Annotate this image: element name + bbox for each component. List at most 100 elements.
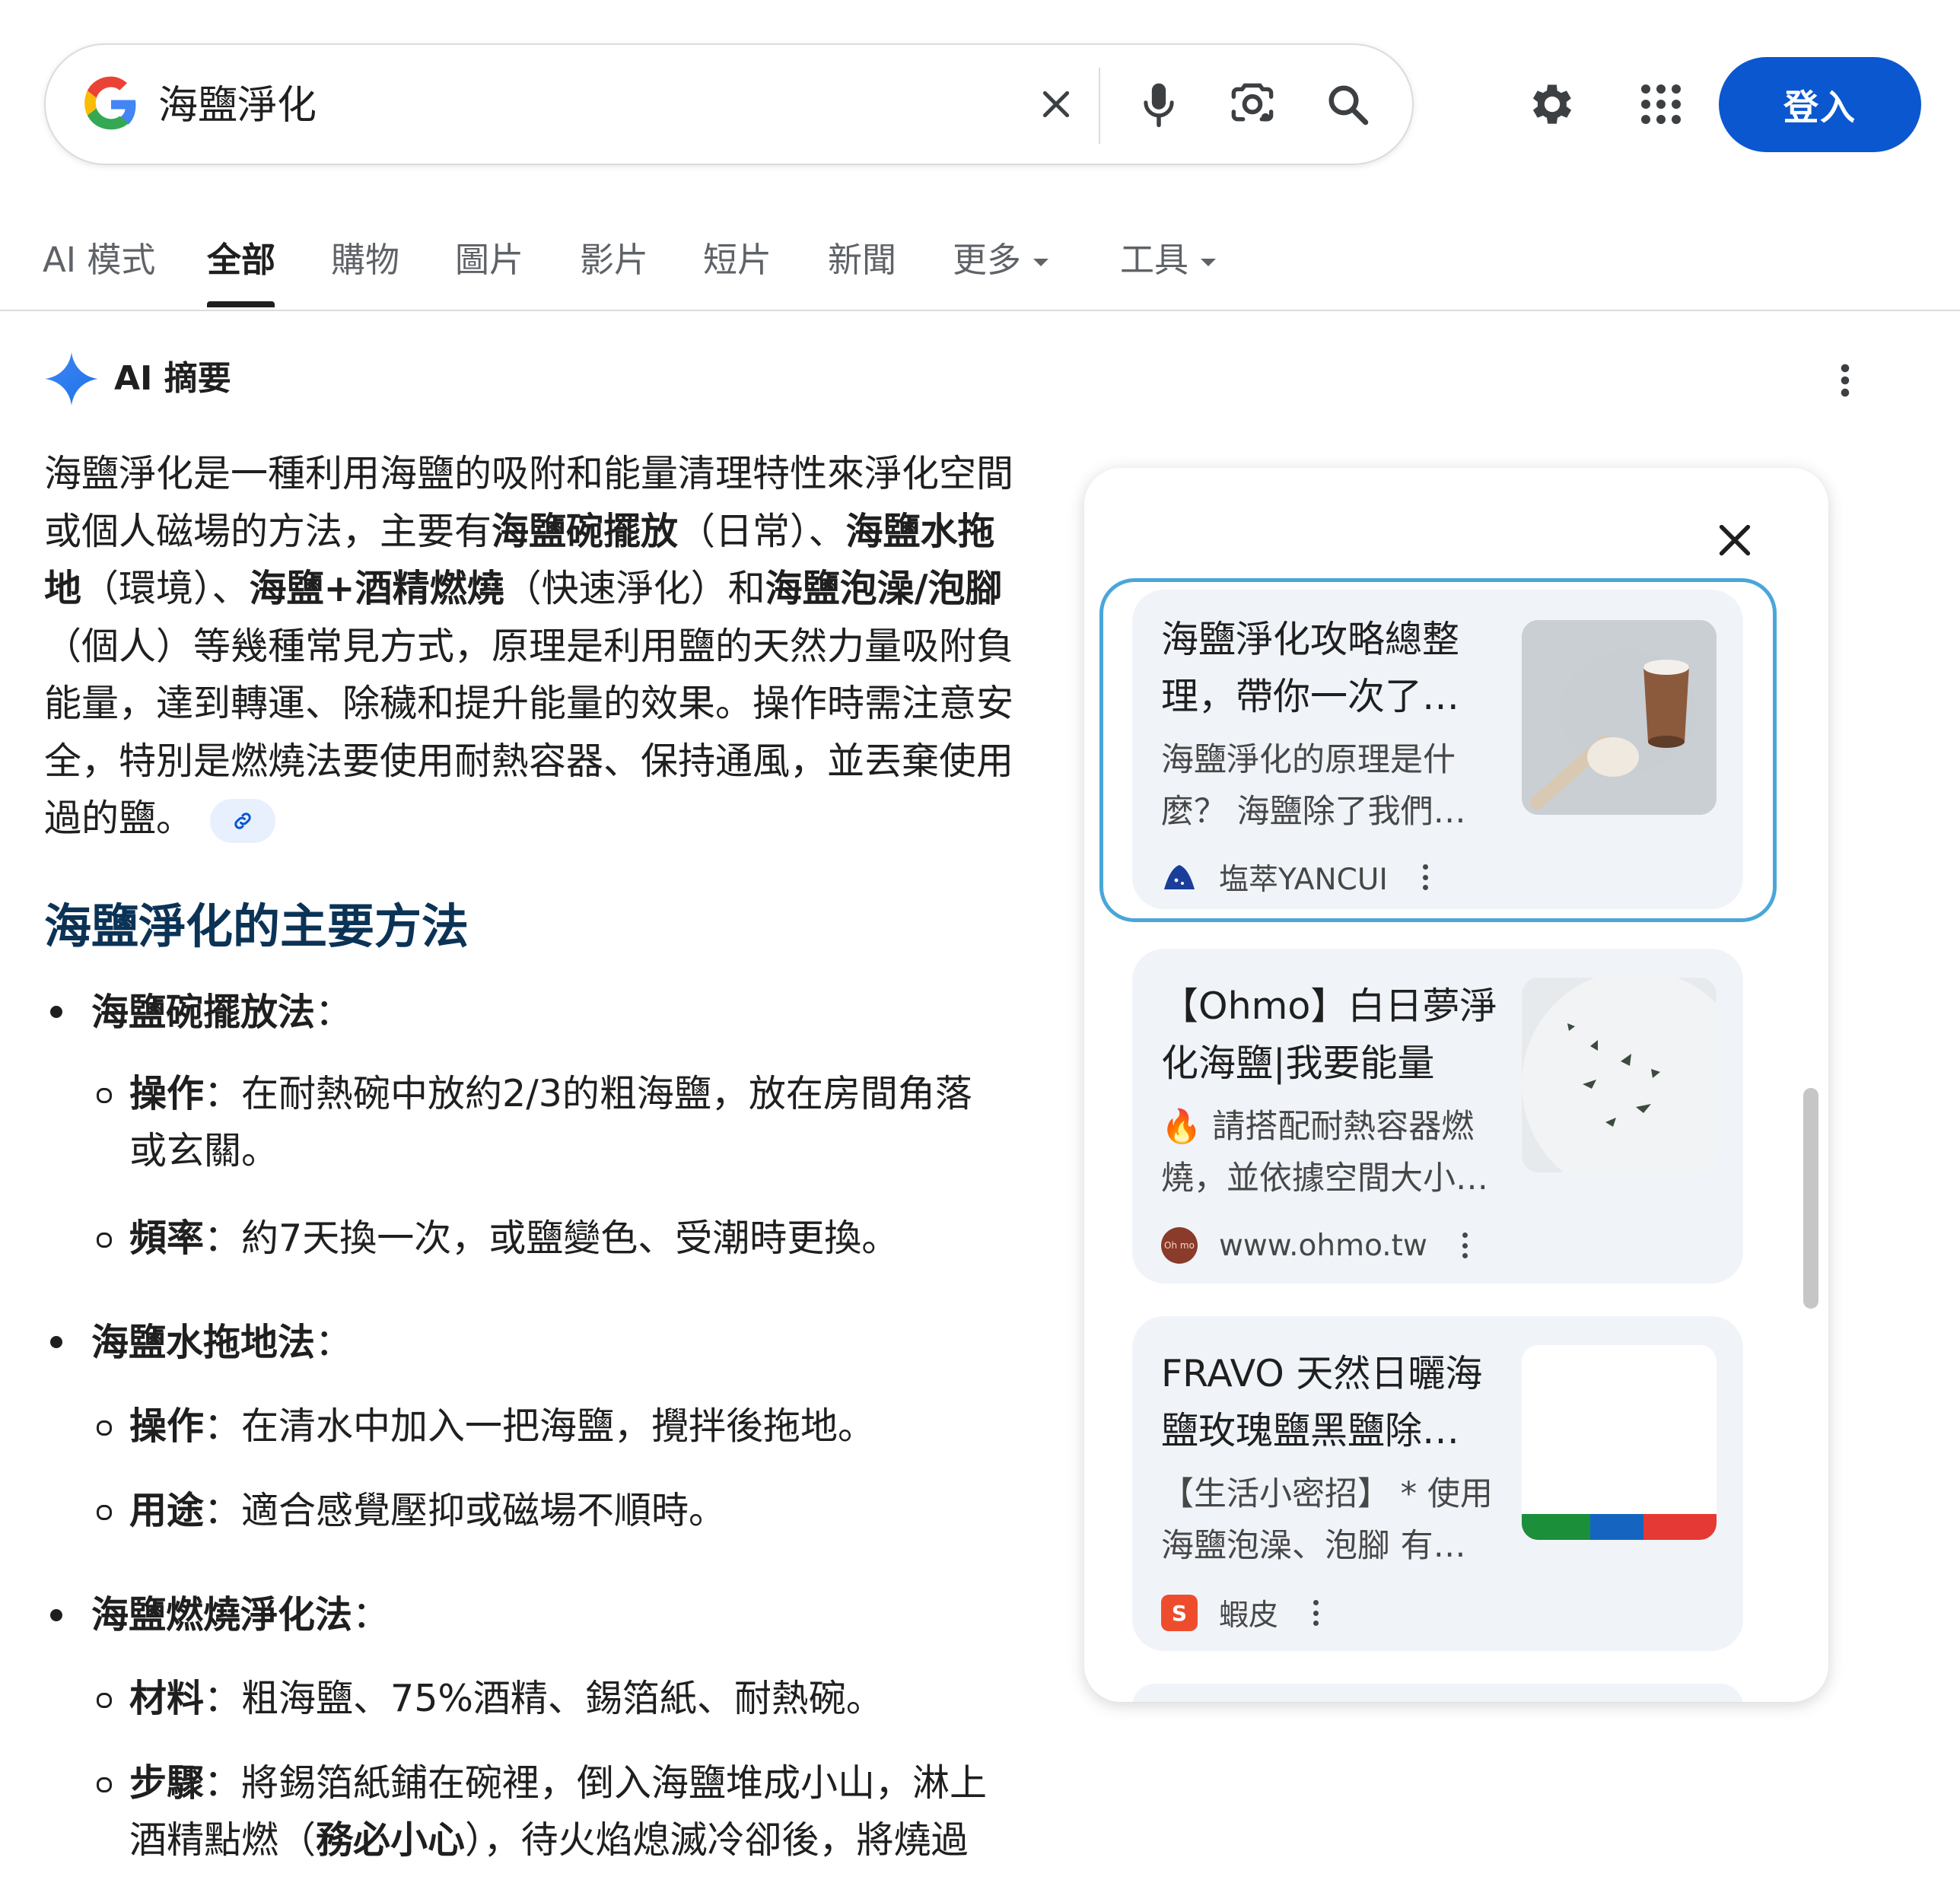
ai-overview-label: AI 摘要 [114, 359, 231, 398]
sub-bullet-ring [97, 1505, 112, 1520]
bullet-dot [50, 1006, 62, 1018]
method-detail: 操作：在清水中加入一把海鹽，攪拌後拖地。 [129, 1398, 1042, 1455]
method-detail: 操作：在耐熱碗中放約2/3的粗海鹽，放在房間角落或玄關。 [129, 1065, 1004, 1179]
tab-shopping[interactable]: 購物 [331, 237, 399, 283]
method-title: 海鹽水拖地法： [91, 1314, 352, 1371]
selected-card-highlight [1099, 578, 1777, 922]
detail-label: 用途 [129, 1489, 205, 1532]
sub-bullet-ring [97, 1233, 112, 1248]
summary-text: （快速淨化）和 [504, 567, 765, 610]
tab-all[interactable]: 全部 [207, 237, 275, 283]
detail-text: ：粗海鹽、75%酒精、錫箔紙、耐熱碗。 [204, 1677, 883, 1720]
summary-bold: 海鹽+酒精燃燒 [249, 567, 504, 610]
ohmo-favicon-icon: Oh mo [1161, 1227, 1198, 1264]
favicon-text: S [1171, 1600, 1188, 1626]
source-site[interactable]: 蝦皮 [1219, 1592, 1278, 1634]
microphone-icon[interactable] [1130, 75, 1188, 133]
sources-panel: 海鹽淨化攻略總整理，帶你一次了… 海鹽淨化的原理是什麼？ 海鹽除了我們… 塩萃Y… [1084, 468, 1828, 1702]
search-tabs: AI 模式 全部 購物 圖片 影片 短片 新聞 更多 工具 [0, 228, 1960, 312]
source-link-chip[interactable] [210, 798, 276, 843]
detail-text: ），待火焰熄滅冷卻後，將燒過 [465, 1818, 969, 1862]
tab-short-videos[interactable]: 短片 [703, 237, 772, 283]
tab-videos[interactable]: 影片 [580, 237, 648, 283]
detail-label: 材料 [129, 1677, 205, 1720]
active-tab-indicator [207, 301, 275, 307]
search-bar[interactable]: 海鹽淨化 [44, 43, 1414, 165]
source-more-icon[interactable] [1462, 1233, 1468, 1258]
tab-tools[interactable]: 工具 [1120, 237, 1217, 283]
method-colon: ： [315, 1321, 353, 1364]
tab-ai-mode[interactable]: AI 模式 [43, 237, 155, 283]
tab-images[interactable]: 圖片 [455, 237, 523, 283]
detail-bold: 務必小心 [316, 1818, 466, 1862]
source-title[interactable]: 【Ohmo】白日夢淨化海鹽|我要能量 [1161, 978, 1519, 1092]
detail-text: ：在清水中加入一把海鹽，攪拌後拖地。 [204, 1404, 876, 1448]
shopee-banner-image [1522, 1345, 1717, 1540]
summary-text: （個人）等幾種常見方式，原理是利用鹽的天然力量吸附負能量，達到轉運、除穢和提升能… [44, 624, 1014, 841]
method-colon: ： [352, 1593, 390, 1636]
summary-bold: 海鹽泡澡/泡腳 [765, 567, 1003, 610]
summary-bold: 海鹽碗擺放 [492, 509, 679, 553]
sign-in-button[interactable]: 登入 [1719, 57, 1921, 152]
source-more-icon[interactable] [1313, 1600, 1319, 1626]
bullet-dot [50, 1336, 62, 1348]
source-snippet: 🔥 請搭配耐熱容器燃燒，並依據空間大小… [1161, 1108, 1488, 1198]
method-colon: ： [315, 991, 353, 1034]
source-site[interactable]: www.ohmo.tw [1219, 1229, 1427, 1263]
shopee-favicon-icon: S [1161, 1595, 1198, 1631]
detail-label: 頻率 [129, 1217, 205, 1260]
source-title[interactable]: FRAVO 天然日曬海鹽玫瑰鹽黑鹽除… [1161, 1345, 1519, 1459]
search-input[interactable]: 海鹽淨化 [158, 78, 317, 133]
source-meta: Oh mo www.ohmo.tw [1161, 1224, 1468, 1267]
method-detail: 頻率：約7天換一次，或鹽變色、受潮時更換。 [129, 1210, 1042, 1267]
panel-scrollbar[interactable] [1803, 1088, 1818, 1309]
ai-sparkle-icon [45, 352, 98, 406]
method-title-text: 海鹽水拖地法 [91, 1321, 316, 1364]
detail-label: 步驟 [129, 1761, 205, 1805]
tab-more[interactable]: 更多 [953, 237, 1049, 283]
tab-news[interactable]: 新聞 [828, 237, 896, 283]
tabs-divider [0, 310, 1960, 311]
search-divider [1099, 68, 1100, 144]
detail-label: 操作 [129, 1404, 205, 1448]
apps-grid-icon[interactable] [1631, 74, 1691, 135]
sub-bullet-ring [97, 1420, 112, 1436]
source-snippet: 【生活小密招】 * 使用海鹽泡澡、泡腳 有… [1161, 1475, 1493, 1565]
tab-more-label: 更多 [953, 240, 1022, 280]
method-detail: 用途：適合感覺壓抑或磁場不順時。 [129, 1482, 1042, 1539]
summary-text: （環境）、 [81, 567, 250, 610]
method-title: 海鹽碗擺放法： [91, 984, 352, 1041]
sub-bullet-ring [97, 1693, 112, 1708]
clear-search-icon[interactable] [1027, 75, 1085, 133]
summary-text: （日常）、 [678, 509, 846, 553]
sub-bullet-ring [97, 1777, 112, 1792]
detail-text: ：在耐熱碗中放約2/3的粗海鹽，放在房間角落或玄關。 [129, 1072, 972, 1172]
google-logo-icon [84, 76, 136, 130]
tab-tools-label: 工具 [1120, 240, 1189, 280]
lens-camera-icon[interactable] [1223, 75, 1281, 133]
method-title-text: 海鹽燃燒淨化法 [91, 1593, 353, 1636]
settings-gear-icon[interactable] [1522, 74, 1583, 135]
close-icon[interactable] [1701, 506, 1769, 574]
method-detail: 材料：粗海鹽、75%酒精、錫箔紙、耐熱碗。 [129, 1670, 1042, 1727]
source-card[interactable]: FRAVO 天然日曬海鹽玫瑰鹽黑鹽除… 【生活小密招】 * 使用海鹽泡澡、泡腳 … [1132, 1316, 1743, 1651]
source-card[interactable]: 【Ohmo】白日夢淨化海鹽|我要能量 🔥 請搭配耐熱容器燃燒，並依據空間大小… … [1132, 949, 1743, 1283]
method-title: 海鹽燃燒淨化法： [91, 1586, 390, 1643]
detail-label: 操作 [129, 1072, 205, 1115]
method-title-text: 海鹽碗擺放法 [91, 991, 316, 1034]
sub-bullet-ring [97, 1088, 112, 1103]
favicon-text: Oh mo [1164, 1240, 1195, 1251]
detail-text: ：約7天換一次，或鹽變色、受潮時更換。 [204, 1217, 899, 1260]
salt-herbs-image [1522, 978, 1717, 1172]
chevron-down-icon [1201, 259, 1217, 266]
section-heading: 海鹽淨化的主要方法 [44, 899, 469, 954]
detail-text: ：適合感覺壓抑或磁場不順時。 [204, 1489, 727, 1532]
method-detail: 步驟：將錫箔紙鋪在碗裡，倒入海鹽堆成小山，淋上酒精點燃（務必小心），待火焰熄滅冷… [129, 1754, 1020, 1869]
source-card[interactable] [1132, 1684, 1743, 1702]
link-icon [234, 812, 251, 829]
more-options-icon[interactable] [1826, 358, 1864, 403]
search-icon[interactable] [1319, 75, 1376, 133]
bullet-dot [50, 1609, 62, 1621]
chevron-down-icon [1033, 259, 1049, 266]
ai-summary-paragraph: 海鹽淨化是一種利用海鹽的吸附和能量清理特性來淨化空間或個人磁場的方法，主要有海鹽… [44, 445, 1026, 848]
